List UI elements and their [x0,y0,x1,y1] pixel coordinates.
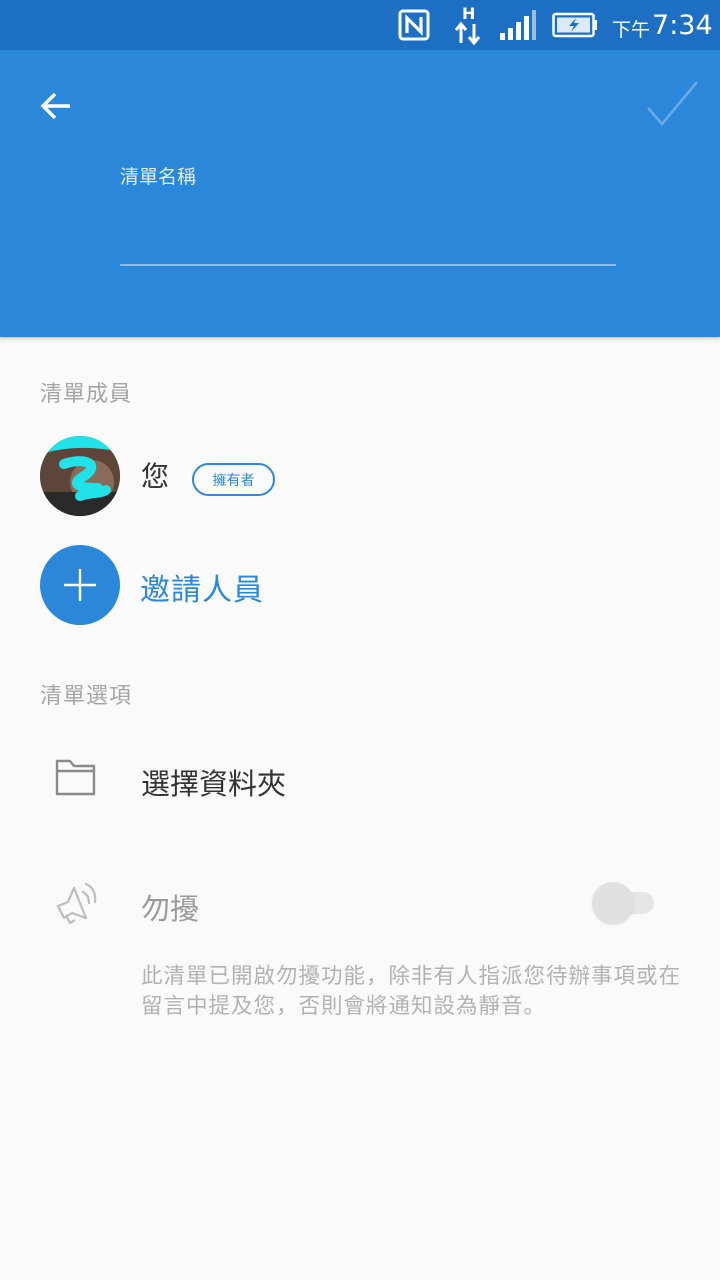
folder-icon [55,759,96,796]
clock-ampm: 下午 [612,18,651,41]
owner-badge: 擁有者 [192,463,275,496]
network-h-icon: H [452,0,484,50]
members-heading: 清單成員 [40,382,133,407]
check-icon [647,81,698,127]
list-settings-screen: H 下午 7:34 清單名稱 清單成員 您 擁有者 邀請人員 清單選項 選擇資料… [0,0,720,1280]
mute-label: 勿擾 [141,892,200,926]
back-button[interactable] [32,82,80,130]
signal-icon [498,0,538,50]
nfc-icon [398,0,430,50]
arrow-left-icon [40,92,70,120]
list-header: 清單名稱 [0,50,720,337]
list-name-input[interactable] [120,200,616,266]
avatar [40,436,120,516]
confirm-button[interactable] [642,78,702,136]
plus-icon [64,569,96,601]
status-bar: H 下午 7:34 [0,0,720,50]
list-name-label: 清單名稱 [120,166,197,188]
status-clock: 下午 7:34 [612,0,713,50]
invite-button[interactable]: 邀請人員 [40,545,680,625]
mute-toggle[interactable] [592,882,658,924]
choose-folder-option[interactable]: 選擇資料夾 [0,735,720,825]
clock-time: 7:34 [652,9,713,41]
svg-text:H: H [462,4,475,23]
options-heading: 清單選項 [40,684,133,709]
mute-description: 此清單已開啟勿擾功能，除非有人指派您待辦事項或在留言中提及您，否則會將通知設為靜… [141,964,682,1019]
battery-charging-icon [552,0,598,50]
megaphone-mute-icon [56,882,97,925]
mute-toggle-thumb [592,882,634,924]
member-name: 您 [141,460,170,493]
invite-label: 邀請人員 [140,573,264,608]
invite-circle [40,545,120,625]
choose-folder-label: 選擇資料夾 [141,767,287,801]
